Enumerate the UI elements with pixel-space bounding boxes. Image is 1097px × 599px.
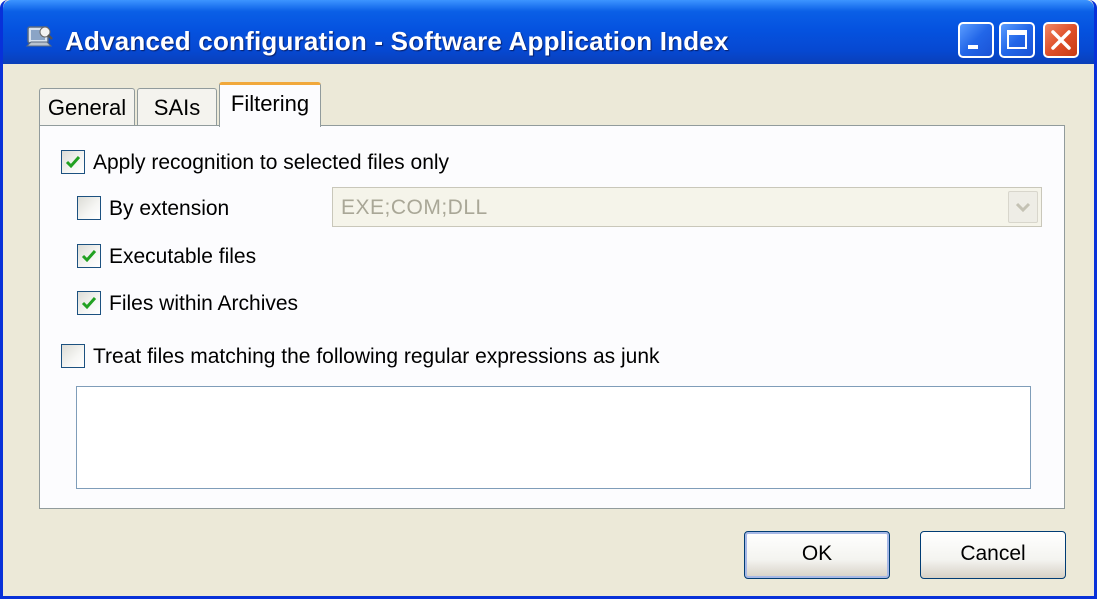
window-title: Advanced configuration - Software Applic… (65, 26, 729, 56)
tab-label: Filtering (230, 91, 310, 116)
combobox-dropdown-button[interactable] (1008, 191, 1038, 223)
ok-button[interactable]: OK (744, 531, 890, 579)
files-within-archives-checkbox[interactable] (77, 291, 101, 315)
close-icon (1051, 30, 1071, 50)
apply-recognition-label[interactable]: Apply recognition to selected files only (93, 151, 449, 175)
sai-app-icon (25, 24, 53, 50)
cancel-button[interactable]: Cancel (920, 531, 1066, 579)
chevron-down-icon (1015, 202, 1031, 213)
regex-textarea[interactable] (76, 386, 1031, 489)
checkmark-icon (81, 250, 97, 263)
by-extension-checkbox[interactable] (77, 196, 101, 220)
maximize-button[interactable] (999, 22, 1035, 58)
minimize-icon (968, 45, 978, 49)
tab-label: General (47, 95, 127, 120)
by-extension-label[interactable]: By extension (109, 197, 229, 221)
tab-filtering[interactable]: Filtering (219, 82, 321, 127)
apply-recognition-checkbox[interactable] (61, 150, 85, 174)
extension-combobox-value: EXE;COM;DLL (341, 196, 488, 219)
checkmark-icon (81, 297, 97, 310)
extension-combobox[interactable]: EXE;COM;DLL (332, 187, 1042, 227)
title-bar[interactable]: Advanced configuration - Software Applic… (3, 0, 1094, 64)
tab-sais[interactable]: SAIs (137, 88, 217, 126)
executable-files-checkbox[interactable] (77, 244, 101, 268)
treat-as-junk-checkbox[interactable] (61, 344, 85, 368)
minimize-button[interactable] (958, 22, 994, 58)
files-within-archives-label[interactable]: Files within Archives (109, 292, 298, 316)
maximize-icon (1007, 30, 1027, 49)
close-button[interactable] (1043, 22, 1079, 58)
tab-general[interactable]: General (39, 88, 135, 126)
dialog-window: Advanced configuration - Software Applic… (0, 0, 1097, 599)
checkmark-icon (65, 156, 81, 169)
tab-label: SAIs (153, 95, 201, 120)
executable-files-label[interactable]: Executable files (109, 245, 256, 269)
treat-as-junk-label[interactable]: Treat files matching the following regul… (93, 345, 660, 369)
